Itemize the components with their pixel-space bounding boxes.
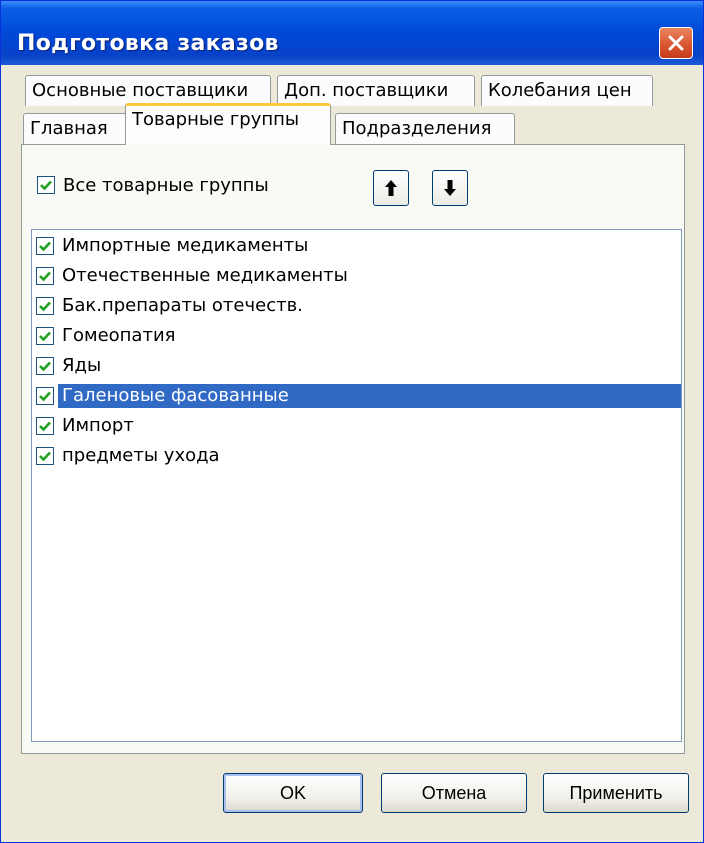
apply-button[interactable]: Применить [543, 773, 689, 813]
checkmark-icon [39, 301, 51, 312]
checkmark-icon [39, 361, 51, 372]
list-item[interactable]: Отечественные медикаменты [36, 264, 352, 288]
item-label: Импорт [62, 415, 134, 436]
move-down-button[interactable] [432, 170, 468, 206]
checkmark-icon [39, 421, 51, 432]
list-item-selected[interactable]: Галеновые фасованные [36, 384, 681, 408]
dialog-window: Подготовка заказов Основные поставщики Д… [0, 0, 704, 843]
item-checkbox[interactable] [36, 387, 54, 405]
item-label: предметы ухода [62, 445, 220, 466]
item-label: Галеновые фасованные [58, 384, 681, 408]
checkmark-icon [39, 391, 51, 402]
item-checkbox[interactable] [36, 297, 54, 315]
item-label: Гомеопатия [62, 325, 176, 346]
list-item[interactable]: Импортные медикаменты [36, 234, 312, 258]
cancel-button[interactable]: Отмена [381, 773, 527, 813]
all-groups-checkbox[interactable] [37, 176, 55, 194]
item-label: Яды [62, 355, 102, 376]
tab-label: Главная [30, 118, 108, 139]
checkmark-icon [39, 331, 51, 342]
tab-label: Доп. поставщики [284, 80, 449, 101]
tab-label: Подразделения [342, 118, 492, 139]
window-title: Подготовка заказов [17, 31, 279, 56]
tab-label: Товарные группы [132, 109, 300, 130]
item-label: Импортные медикаменты [62, 235, 309, 256]
item-checkbox[interactable] [36, 447, 54, 465]
tab-label: Колебания цен [488, 80, 632, 101]
tab-main-suppliers[interactable]: Основные поставщики [25, 75, 271, 106]
tab-price-fluctuations[interactable]: Колебания цен [481, 75, 653, 106]
tab-extra-suppliers[interactable]: Доп. поставщики [277, 75, 475, 106]
arrow-down-icon [444, 180, 456, 196]
ok-button[interactable]: OK [223, 773, 363, 813]
tab-general[interactable]: Главная [23, 113, 127, 144]
checkmark-icon [40, 180, 52, 191]
arrow-up-icon [385, 180, 397, 196]
list-item[interactable]: Импорт [36, 414, 138, 438]
move-up-button[interactable] [373, 170, 409, 206]
title-bar[interactable]: Подготовка заказов [1, 1, 703, 65]
checkmark-icon [39, 271, 51, 282]
tab-product-groups[interactable]: Товарные группы [125, 103, 331, 145]
item-checkbox[interactable] [36, 327, 54, 345]
list-item[interactable]: Яды [36, 354, 105, 378]
item-label: Отечественные медикаменты [62, 265, 348, 286]
item-checkbox[interactable] [36, 237, 54, 255]
item-checkbox[interactable] [36, 417, 54, 435]
item-checkbox[interactable] [36, 267, 54, 285]
list-item[interactable]: Бак.препараты отечеств. [36, 294, 307, 318]
all-groups-label: Все товарные группы [63, 174, 269, 196]
tab-label: Основные поставщики [32, 80, 249, 101]
close-button[interactable] [659, 27, 693, 59]
close-icon [668, 35, 684, 51]
tab-departments[interactable]: Подразделения [335, 113, 515, 144]
checkmark-icon [39, 451, 51, 462]
list-item[interactable]: предметы ухода [36, 444, 224, 468]
list-item[interactable]: Гомеопатия [36, 324, 179, 348]
all-groups-checkbox-row[interactable]: Все товарные группы [37, 173, 269, 197]
product-groups-list[interactable]: Импортные медикаменты Отечественные меди… [31, 229, 682, 742]
item-checkbox[interactable] [36, 357, 54, 375]
checkmark-icon [39, 241, 51, 252]
item-label: Бак.препараты отечеств. [62, 295, 303, 316]
